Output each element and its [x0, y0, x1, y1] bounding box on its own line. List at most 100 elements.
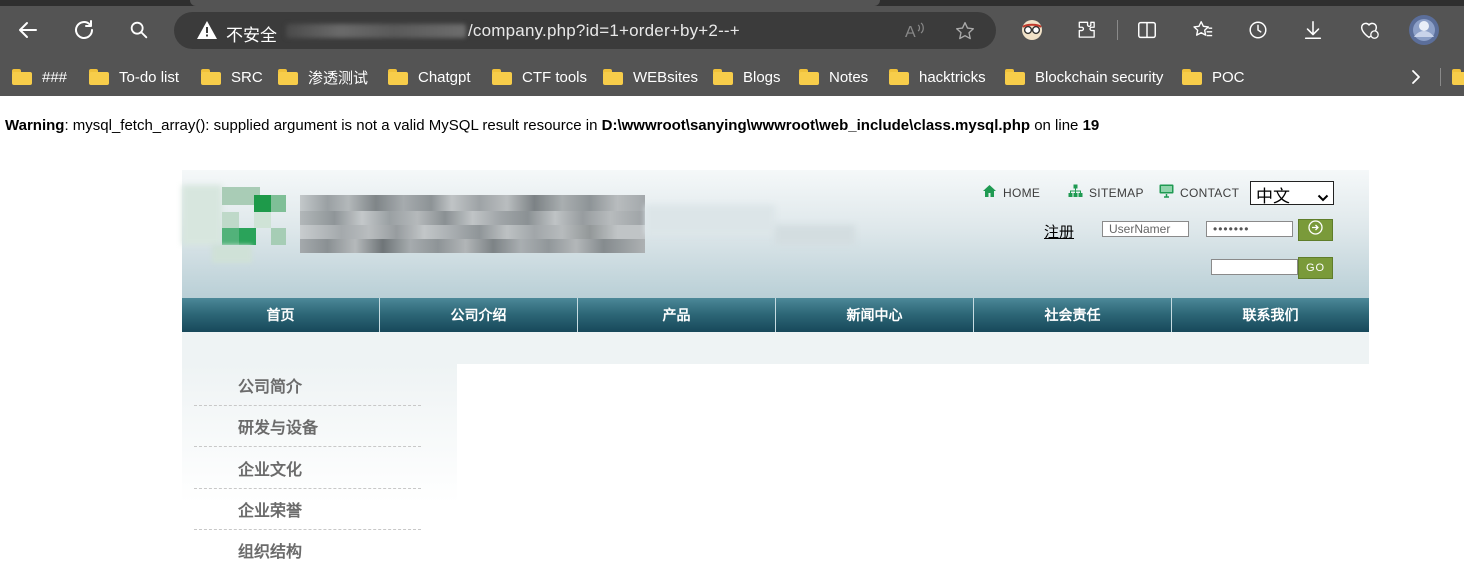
bookmark-label: ###: [42, 68, 68, 86]
tab-strip: [0, 0, 1464, 6]
bookmark-folder[interactable]: WEBsites: [603, 64, 698, 90]
php-warning: Warning: mysql_fetch_array(): supplied a…: [5, 117, 1099, 134]
username-input[interactable]: UserNamer: [1102, 221, 1189, 237]
bookmark-folder[interactable]: ###: [12, 64, 67, 90]
contact-label: CONTACT: [1180, 185, 1240, 200]
bookmark-divider: [1440, 68, 1441, 86]
bookmark-folder[interactable]: Chatgpt: [388, 64, 471, 90]
search-input[interactable]: [1211, 259, 1298, 275]
folder-icon: [713, 69, 733, 85]
history-icon[interactable]: [1243, 15, 1273, 45]
warning-icon[interactable]: [196, 20, 218, 45]
browser-essentials-icon[interactable]: [1354, 15, 1384, 45]
bookmark-label: CTF tools: [522, 68, 588, 86]
folder-icon: [492, 69, 512, 85]
password-input[interactable]: •••••••: [1206, 221, 1293, 237]
active-tab[interactable]: [190, 0, 880, 6]
sitemap-label: SITEMAP: [1089, 185, 1144, 200]
bookmark-folder[interactable]: Blogs: [713, 64, 781, 90]
bookmark-folder[interactable]: To-do list: [89, 64, 179, 90]
folder-icon: [603, 69, 623, 85]
folder-icon: [12, 69, 32, 85]
nav-item-products[interactable]: 产品: [578, 298, 776, 332]
home-icon: [982, 184, 997, 201]
chevron-right-icon[interactable]: [1408, 64, 1424, 90]
reload-icon[interactable]: [69, 15, 99, 45]
contact-link[interactable]: CONTACT: [1159, 184, 1239, 201]
nav-item-home[interactable]: 首页: [182, 298, 380, 332]
folder-icon: [1182, 69, 1202, 85]
nav-item-company[interactable]: 公司介绍: [380, 298, 578, 332]
url-text[interactable]: /company.php?id=1+order+by+2--+: [468, 21, 740, 41]
warning-text: : mysql_fetch_array(): supplied argument…: [64, 117, 602, 134]
side-menu-item[interactable]: 公司简介: [194, 364, 421, 406]
side-menu-item[interactable]: 企业文化: [194, 447, 421, 489]
folder-icon: [388, 69, 408, 85]
split-screen-icon[interactable]: [1132, 15, 1162, 45]
folder-icon: [201, 69, 221, 85]
side-menu-item[interactable]: 企业荣誉: [194, 488, 421, 530]
side-menu-item[interactable]: 研发与设备: [194, 405, 421, 447]
side-menu-label: 企业文化: [238, 462, 303, 479]
nav-item-news[interactable]: 新闻中心: [776, 298, 974, 332]
folder-icon: [1452, 69, 1464, 85]
go-label: GO: [1305, 262, 1326, 274]
folder-icon: [799, 69, 819, 85]
bookmark-label: To-do list: [119, 68, 180, 86]
profile-extension-icon[interactable]: [1017, 15, 1047, 45]
back-icon[interactable]: [13, 15, 43, 45]
favorite-star-icon[interactable]: [954, 21, 976, 46]
nav-item-contact[interactable]: 联系我们: [1172, 298, 1369, 332]
bookmark-folder[interactable]: Blockchain security: [1005, 64, 1163, 90]
bookmarks-bar: ### To-do list SRC 渗透测试 Chatgpt CTF tool…: [0, 58, 1464, 96]
url-host-redacted: [286, 24, 466, 38]
bookmark-folder[interactable]: CTF tools: [492, 64, 587, 90]
bookmark-label: hacktricks: [919, 68, 986, 86]
bookmark-label: WEBsites: [633, 68, 699, 86]
nav-item-social[interactable]: 社会责任: [974, 298, 1172, 332]
warning-path: D:\wwwroot\sanying\wwwroot\web_include\c…: [601, 117, 1031, 134]
monitor-icon: [1159, 184, 1174, 201]
warning-line-number: 19: [1082, 117, 1100, 134]
bookmark-label: Blockchain security: [1035, 68, 1164, 86]
bookmark-folder[interactable]: Notes: [799, 64, 868, 90]
favorites-icon[interactable]: [1188, 15, 1218, 45]
warning-label: Warning: [5, 117, 65, 134]
search-go-button[interactable]: GO: [1298, 257, 1333, 279]
search-icon[interactable]: [124, 15, 154, 45]
side-menu: 公司简介 研发与设备 企业文化 企业荣誉 组织结构: [182, 364, 457, 563]
language-value: 中文: [1256, 187, 1290, 206]
avatar[interactable]: [1408, 14, 1440, 46]
extensions-icon[interactable]: [1072, 15, 1102, 45]
bookmark-folder[interactable]: 渗透测试: [278, 64, 368, 90]
security-label[interactable]: 不安全: [226, 21, 277, 46]
side-menu-label: 研发与设备: [238, 420, 319, 437]
home-label: HOME: [1003, 185, 1041, 200]
downloads-icon[interactable]: [1298, 15, 1328, 45]
login-button[interactable]: [1298, 219, 1333, 241]
other-favorites-folder[interactable]: [1452, 64, 1464, 90]
home-link[interactable]: HOME: [982, 184, 1040, 201]
browser-toolbar: 不安全 /company.php?id=1+order+by+2--+ A: [0, 0, 1464, 58]
bookmark-folder[interactable]: hacktricks: [889, 64, 986, 90]
side-menu-label: 公司简介: [238, 379, 303, 396]
register-link[interactable]: 注册: [1044, 221, 1074, 242]
bookmark-folder[interactable]: POC: [1182, 64, 1245, 90]
side-menu-label: 企业荣誉: [238, 503, 303, 520]
bookmark-label: Blogs: [743, 68, 781, 86]
side-menu-item[interactable]: 组织结构: [194, 529, 421, 570]
folder-icon: [89, 69, 109, 85]
bookmark-label: Notes: [829, 68, 869, 86]
bookmark-label: 渗透测试: [308, 69, 369, 87]
bookmark-label: SRC: [231, 68, 263, 86]
language-select[interactable]: 中文: [1250, 181, 1334, 206]
folder-icon: [1005, 69, 1025, 85]
sitemap-link[interactable]: SITEMAP: [1068, 184, 1144, 201]
bookmark-label: Chatgpt: [418, 68, 471, 86]
address-bar[interactable]: 不安全 /company.php?id=1+order+by+2--+ A: [174, 12, 996, 49]
main-nav: 首页 公司介绍 产品 新闻中心 社会责任 联系我们: [182, 298, 1369, 332]
bookmark-folder[interactable]: SRC: [201, 64, 263, 90]
read-aloud-icon[interactable]: A: [904, 21, 926, 46]
warning-on-line: on line: [1030, 117, 1083, 134]
folder-icon: [889, 69, 909, 85]
